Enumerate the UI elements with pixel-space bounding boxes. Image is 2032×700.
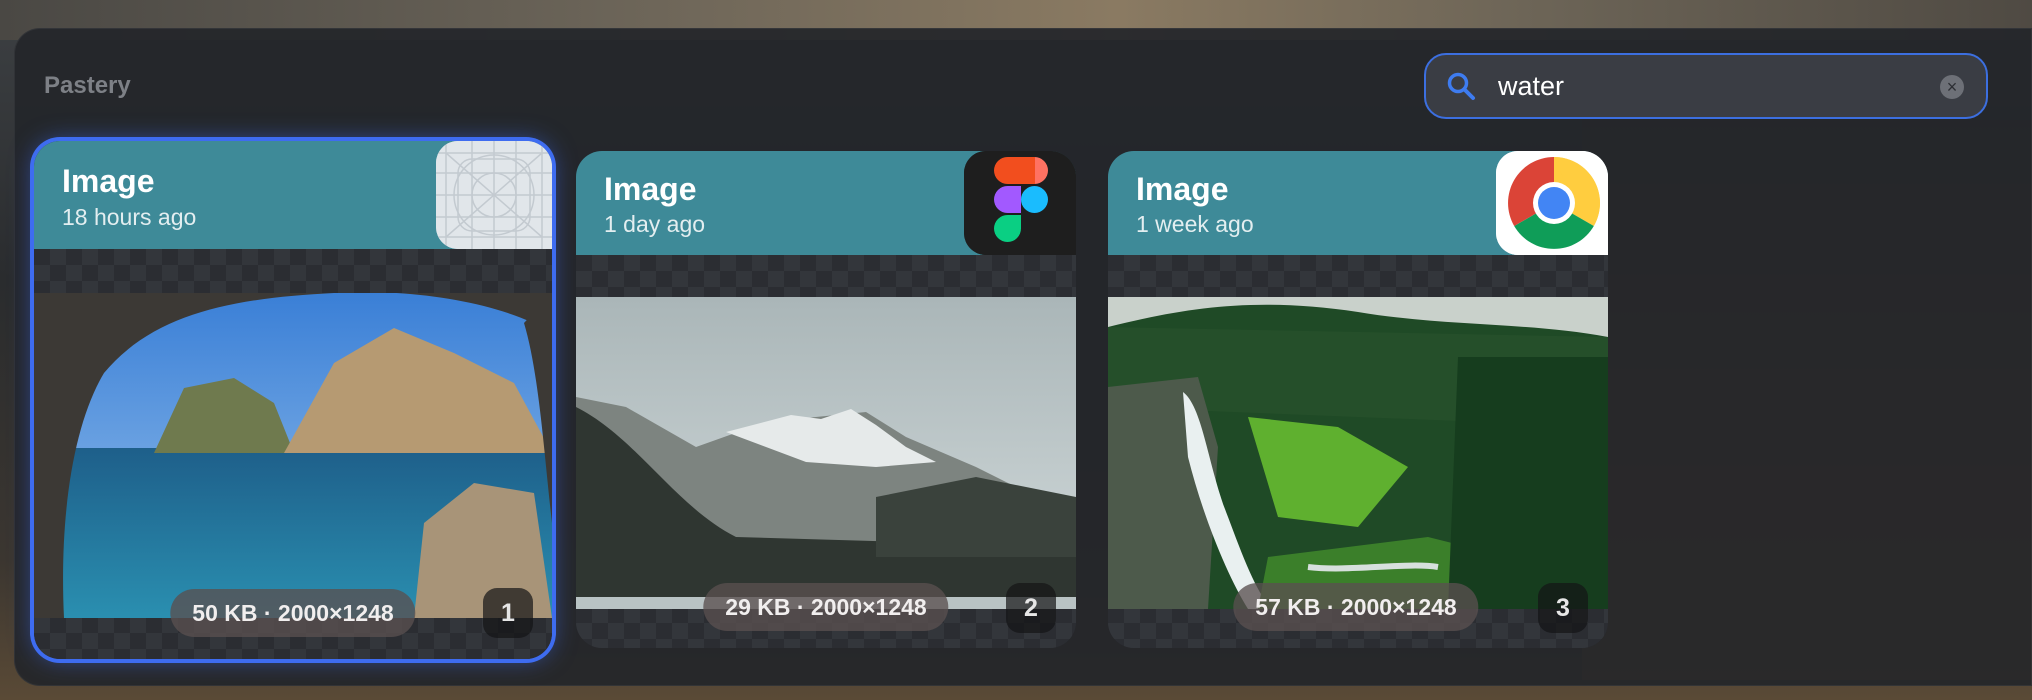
- waterfall-image: [1108, 297, 1608, 609]
- item-metadata: 29 KB · 2000×1248: [703, 583, 949, 631]
- item-metadata: 50 KB · 2000×1248: [170, 589, 416, 637]
- app-grid-icon: [436, 141, 552, 249]
- search-icon: [1447, 72, 1475, 100]
- item-metadata: 57 KB · 2000×1248: [1233, 583, 1479, 631]
- search-field[interactable]: ×: [1424, 53, 1988, 119]
- item-time: 1 week ago: [1136, 211, 1254, 237]
- search-input[interactable]: [1496, 69, 1940, 103]
- clipboard-item[interactable]: Image 18 hours ago 50 KB · 2000×1248 1: [34, 141, 552, 659]
- cave-sea-image: [34, 293, 552, 618]
- clipboard-item[interactable]: Image 1 week ago 57 KB · 2000×1248 3: [1108, 151, 1608, 648]
- item-time: 18 hours ago: [62, 204, 197, 230]
- clipboard-item[interactable]: Image 1 day ago 29 KB · 2000×1248 2: [576, 151, 1076, 648]
- clear-icon[interactable]: ×: [1940, 75, 1964, 99]
- item-index: 3: [1538, 583, 1588, 633]
- chrome-icon: [1496, 151, 1608, 255]
- item-type: Image: [62, 163, 155, 199]
- item-index: 2: [1006, 583, 1056, 633]
- item-header: Image 1 day ago: [576, 151, 1076, 255]
- figma-icon: [964, 151, 1076, 255]
- item-index: 1: [483, 588, 533, 638]
- item-header: Image 18 hours ago: [34, 141, 552, 249]
- mountain-image: [576, 297, 1076, 609]
- item-header: Image 1 week ago: [1108, 151, 1608, 255]
- app-title: Pastery: [44, 72, 131, 99]
- item-type: Image: [1136, 171, 1229, 207]
- item-time: 1 day ago: [604, 211, 706, 237]
- item-type: Image: [604, 171, 697, 207]
